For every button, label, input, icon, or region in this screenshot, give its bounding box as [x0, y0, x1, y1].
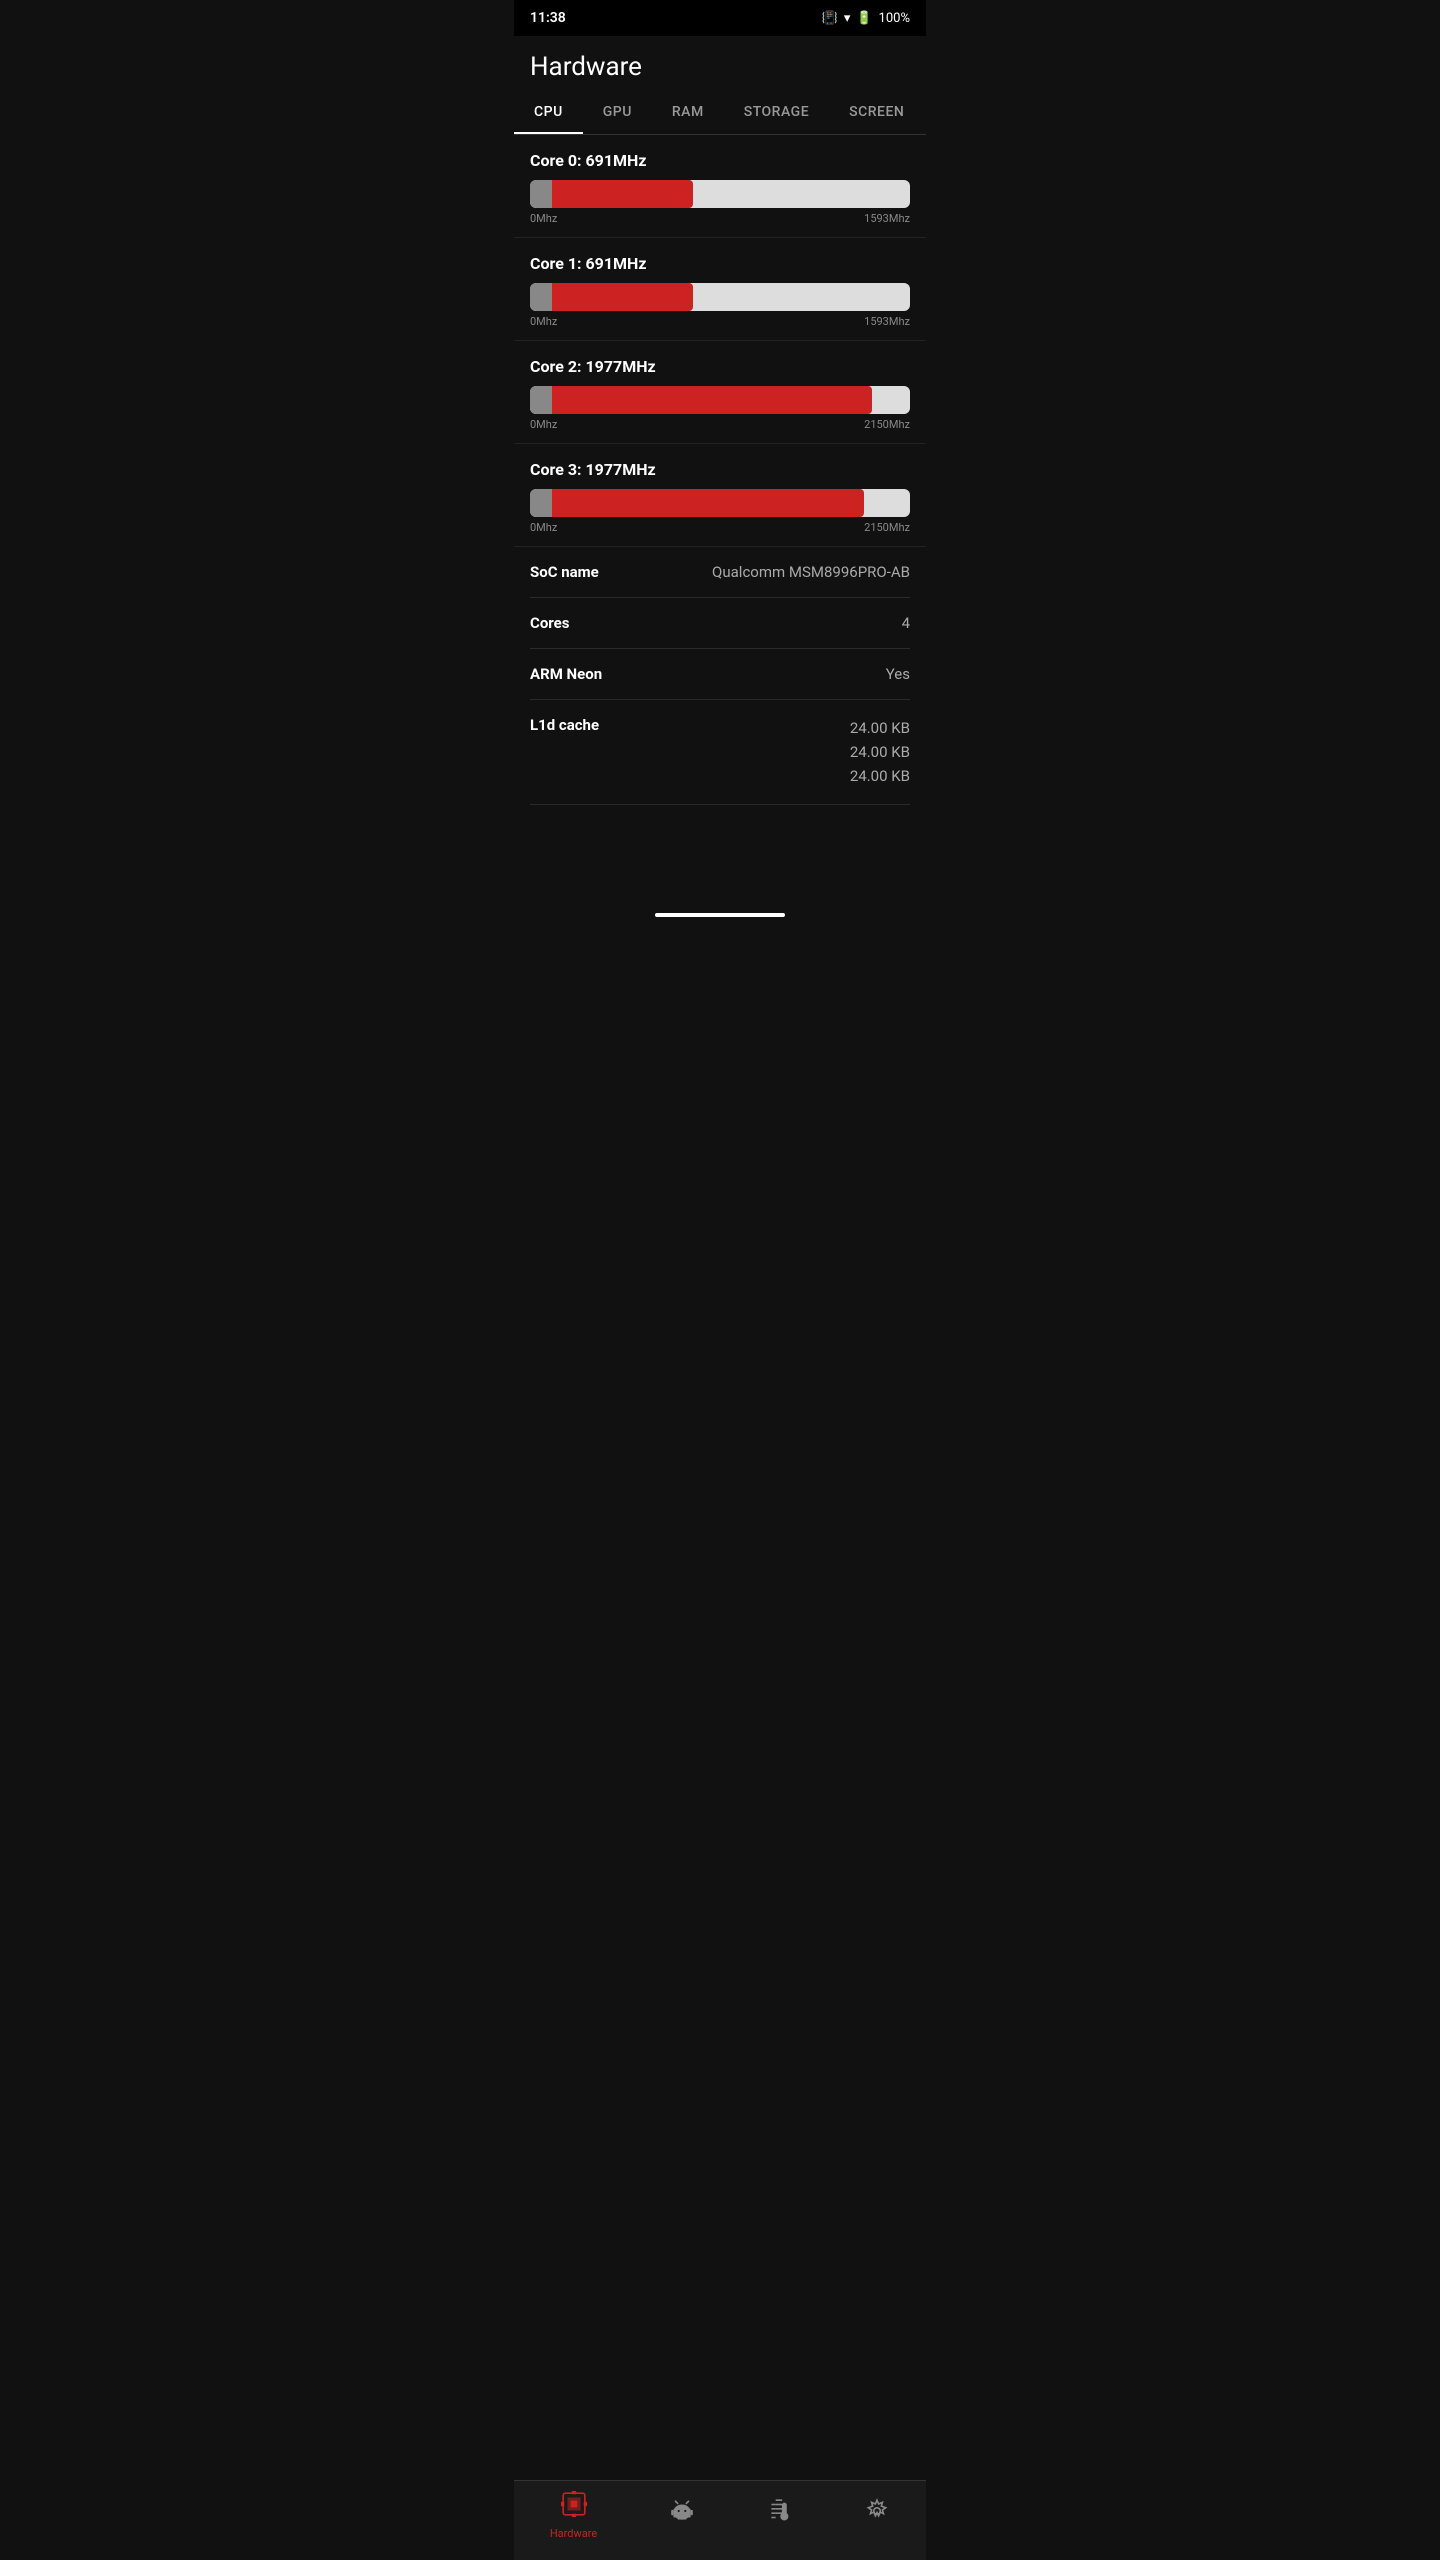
vibrate-icon: 📳 [822, 11, 838, 26]
core-2-fill [552, 386, 872, 414]
tab-ram[interactable]: RAM [652, 90, 724, 134]
bottom-navigation[interactable]: Hardware [514, 2480, 926, 2560]
core-1-max: 1593Mhz [864, 315, 910, 328]
core-2-labels: 0Mhz 2150Mhz [530, 418, 910, 431]
hardware-nav-label: Hardware [550, 2527, 597, 2540]
l1d-cache-label: L1d cache [530, 716, 650, 734]
core-0-max: 1593Mhz [864, 212, 910, 225]
battery-icon: 🔋 [856, 11, 872, 26]
core-3-section: Core 3: 1977MHz 0Mhz 2150Mhz [514, 444, 926, 547]
page-title: Hardware [530, 52, 910, 82]
cpu-info-section: SoC name Qualcomm MSM8996PRO-AB Cores 4 … [514, 547, 926, 805]
core-0-title: Core 0: 691MHz [530, 151, 910, 170]
arm-neon-value: Yes [650, 665, 910, 683]
hardware-icon [561, 2491, 587, 2523]
core-1-thumb [530, 283, 552, 311]
tab-screen[interactable]: SCREEN [829, 90, 924, 134]
nav-android[interactable] [669, 2498, 695, 2534]
core-1-labels: 0Mhz 1593Mhz [530, 315, 910, 328]
cores-row: Cores 4 [530, 598, 910, 649]
core-1-section: Core 1: 691MHz 0Mhz 1593Mhz [514, 238, 926, 341]
core-3-thumb [530, 489, 552, 517]
content-area: Core 0: 691MHz 0Mhz 1593Mhz Core 1: 691M… [514, 135, 926, 905]
core-3-max: 2150Mhz [864, 521, 910, 534]
core-0-labels: 0Mhz 1593Mhz [530, 212, 910, 225]
core-2-thumb [530, 386, 552, 414]
core-0-thumb [530, 180, 552, 208]
nav-hardware[interactable]: Hardware [550, 2491, 597, 2540]
status-icons: 📳 ▾ 🔋 100% [822, 11, 910, 26]
core-1-progress [530, 283, 910, 311]
core-1-min: 0Mhz [530, 315, 557, 328]
core-3-min: 0Mhz [530, 521, 557, 534]
tab-gpu[interactable]: GPU [583, 90, 652, 134]
arm-neon-row: ARM Neon Yes [530, 649, 910, 700]
core-2-progress [530, 386, 910, 414]
core-2-section: Core 2: 1977MHz 0Mhz 2150Mhz [514, 341, 926, 444]
home-indicator [655, 913, 785, 917]
core-1-title: Core 1: 691MHz [530, 254, 910, 273]
core-3-title: Core 3: 1977MHz [530, 460, 910, 479]
l1d-cache-value: 24.00 KB24.00 KB24.00 KB [650, 716, 910, 788]
tab-a[interactable]: A [924, 90, 926, 134]
wifi-icon: ▾ [844, 11, 851, 26]
app-header: Hardware [514, 36, 926, 90]
core-0-progress [530, 180, 910, 208]
battery-percent: 100% [879, 11, 910, 26]
core-0-fill [552, 180, 693, 208]
core-3-fill [552, 489, 864, 517]
temperature-icon [767, 2498, 793, 2530]
status-bar: 11:38 📳 ▾ 🔋 100% [514, 0, 926, 36]
l1d-cache-row: L1d cache 24.00 KB24.00 KB24.00 KB [530, 700, 910, 805]
core-3-labels: 0Mhz 2150Mhz [530, 521, 910, 534]
core-2-min: 0Mhz [530, 418, 557, 431]
tab-storage[interactable]: STORAGE [724, 90, 829, 134]
nav-settings[interactable] [864, 2498, 890, 2534]
core-1-fill [552, 283, 693, 311]
soc-label: SoC name [530, 563, 650, 581]
soc-row: SoC name Qualcomm MSM8996PRO-AB [530, 547, 910, 598]
cores-value: 4 [650, 614, 910, 632]
tab-cpu[interactable]: CPU [514, 90, 583, 134]
cores-label: Cores [530, 614, 650, 632]
android-icon [669, 2498, 695, 2530]
settings-icon [864, 2498, 890, 2530]
core-2-max: 2150Mhz [864, 418, 910, 431]
core-3-progress [530, 489, 910, 517]
core-2-title: Core 2: 1977MHz [530, 357, 910, 376]
core-0-min: 0Mhz [530, 212, 557, 225]
arm-neon-label: ARM Neon [530, 665, 650, 683]
soc-value: Qualcomm MSM8996PRO-AB [650, 563, 910, 581]
core-0-section: Core 0: 691MHz 0Mhz 1593Mhz [514, 135, 926, 238]
nav-temperature[interactable] [767, 2498, 793, 2534]
tab-bar[interactable]: CPU GPU RAM STORAGE SCREEN A [514, 90, 926, 135]
status-time: 11:38 [530, 10, 566, 26]
